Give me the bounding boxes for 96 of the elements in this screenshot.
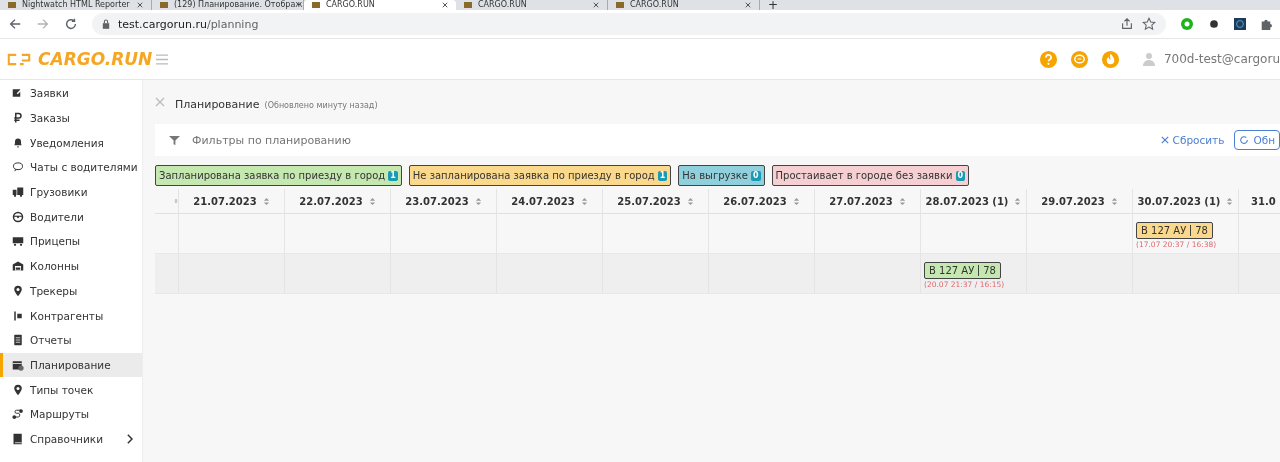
- sort-icon[interactable]: [686, 196, 694, 206]
- garage-icon: [12, 260, 24, 273]
- column-header[interactable]: 29.07.2023: [1026, 189, 1132, 214]
- vehicle-tag[interactable]: В 127 АУ 78: [924, 262, 1001, 279]
- count-badge: 0: [750, 170, 761, 181]
- favicon-icon: [616, 2, 624, 8]
- close-icon[interactable]: [745, 2, 751, 8]
- count-badge: 0: [955, 170, 966, 181]
- column-header[interactable]: 21.07.2023: [178, 189, 284, 214]
- close-icon[interactable]: [137, 2, 143, 8]
- refresh-button[interactable]: Обн: [1234, 130, 1280, 150]
- sidebar-item[interactable]: Типы точек: [0, 377, 142, 402]
- sort-icon[interactable]: [898, 196, 906, 206]
- count-badge: 1: [657, 170, 668, 181]
- book-icon: [12, 432, 24, 445]
- back-arrow-icon[interactable]: [8, 17, 22, 31]
- favicon-icon: [464, 2, 472, 8]
- map-pin-icon: [12, 284, 24, 297]
- puzzle-icon[interactable]: [1260, 18, 1272, 30]
- column-header[interactable]: 30.07.2023 (1): [1132, 189, 1238, 214]
- reload-icon[interactable]: [64, 17, 78, 31]
- chat-icon[interactable]: [1069, 49, 1089, 69]
- column-header[interactable]: 23.07.2023: [390, 189, 496, 214]
- truck-icon: [12, 186, 24, 199]
- legend-tag[interactable]: Запланирована заявка по приезду в город 1: [155, 165, 402, 186]
- sort-icon[interactable]: [174, 197, 178, 205]
- sidebar-item[interactable]: Контрагенты: [0, 303, 142, 328]
- legend-tag[interactable]: Простаивает в городе без заявки 0: [771, 165, 970, 186]
- column-header[interactable]: 28.07.2023 (1): [920, 189, 1026, 214]
- sidebar-item[interactable]: Трекеры: [0, 278, 142, 304]
- forward-arrow-icon[interactable]: [36, 17, 50, 31]
- user-icon: [1141, 52, 1156, 66]
- ruble-icon: [12, 112, 24, 125]
- sort-icon[interactable]: [580, 196, 588, 206]
- sort-icon[interactable]: [1014, 196, 1022, 206]
- sidebar-item[interactable]: Маршруты: [0, 401, 142, 427]
- extension-icon[interactable]: [1208, 18, 1220, 30]
- refresh-icon: [1239, 135, 1250, 145]
- trailer-icon: [12, 235, 24, 248]
- column-header[interactable]: 26.07.2023: [708, 189, 814, 214]
- legend-tag[interactable]: Не запланирована заявка по приезду в город 1: [408, 165, 672, 186]
- sort-icon[interactable]: [368, 196, 376, 206]
- column-header[interactable]: 31.0: [1238, 189, 1280, 214]
- vehicle-tag[interactable]: В 127 АУ 78: [1136, 222, 1213, 239]
- favicon-icon: [160, 2, 168, 8]
- contacts-icon: [12, 309, 24, 322]
- sort-icon[interactable]: [262, 196, 270, 206]
- sidebar-item[interactable]: Прицепы: [0, 229, 142, 254]
- close-icon[interactable]: [593, 2, 599, 8]
- favicon-icon: [8, 2, 16, 8]
- document-icon: [12, 334, 24, 347]
- legend-tag[interactable]: На выгрузке 0: [678, 165, 765, 186]
- user-email[interactable]: 700d-test@cargoru: [1163, 52, 1280, 66]
- count-badge: 1: [388, 170, 398, 181]
- logo-icon: [6, 52, 32, 66]
- address-bar[interactable]: test.cargorun.ru/planning: [92, 13, 1166, 35]
- close-icon: [1160, 136, 1169, 144]
- sidebar-item[interactable]: Колонны: [0, 253, 142, 279]
- filter-input[interactable]: Фильтры по планированию: [190, 132, 1151, 148]
- chat-icon: [12, 161, 24, 174]
- sidebar-item[interactable]: Чаты с водителями: [0, 155, 142, 180]
- column-header[interactable]: 27.07.2023: [814, 189, 920, 214]
- bell-icon: [12, 136, 24, 149]
- browser-tab[interactable]: CARGO.RUN: [304, 0, 456, 10]
- close-icon[interactable]: [442, 2, 448, 8]
- steering-wheel-icon: [12, 210, 24, 223]
- filter-icon: [169, 134, 180, 146]
- sort-icon[interactable]: [792, 196, 800, 206]
- sidebar-item[interactable]: Заявки: [0, 81, 142, 106]
- sidebar-item[interactable]: Уведомления: [0, 130, 142, 156]
- sidebar-item[interactable]: Справочники: [0, 426, 142, 452]
- sort-icon[interactable]: [1226, 196, 1234, 206]
- share-icon[interactable]: [1120, 17, 1134, 31]
- lock-icon: [102, 19, 110, 29]
- column-header[interactable]: 24.07.2023: [496, 189, 602, 214]
- sidebar-item[interactable]: Грузовики: [0, 179, 142, 205]
- column-header[interactable]: 22.07.2023: [284, 189, 390, 214]
- favicon-icon: [312, 2, 320, 8]
- menu-icon[interactable]: [156, 53, 168, 65]
- sidebar-item[interactable]: Отчеты: [0, 327, 142, 353]
- map-pin-icon: [12, 383, 24, 396]
- edit-icon: [12, 87, 24, 100]
- reset-link[interactable]: Сбросить: [1160, 134, 1225, 146]
- help-icon[interactable]: [1038, 49, 1058, 69]
- route-icon: [12, 408, 24, 421]
- star-icon[interactable]: [1142, 17, 1156, 31]
- calendar-icon: [12, 358, 24, 371]
- sidebar-item[interactable]: Водители: [0, 204, 142, 230]
- column-header[interactable]: 25.07.2023: [602, 189, 708, 214]
- sidebar-item[interactable]: Планирование: [0, 352, 142, 378]
- sort-icon[interactable]: [474, 196, 482, 206]
- flame-icon[interactable]: [1100, 49, 1120, 69]
- sort-icon[interactable]: [1110, 196, 1118, 206]
- new-tab-button[interactable]: +: [760, 0, 787, 10]
- page-title: Планирование (Обновлено минуту назад): [175, 96, 378, 112]
- sidebar-item[interactable]: Заказы: [0, 105, 142, 131]
